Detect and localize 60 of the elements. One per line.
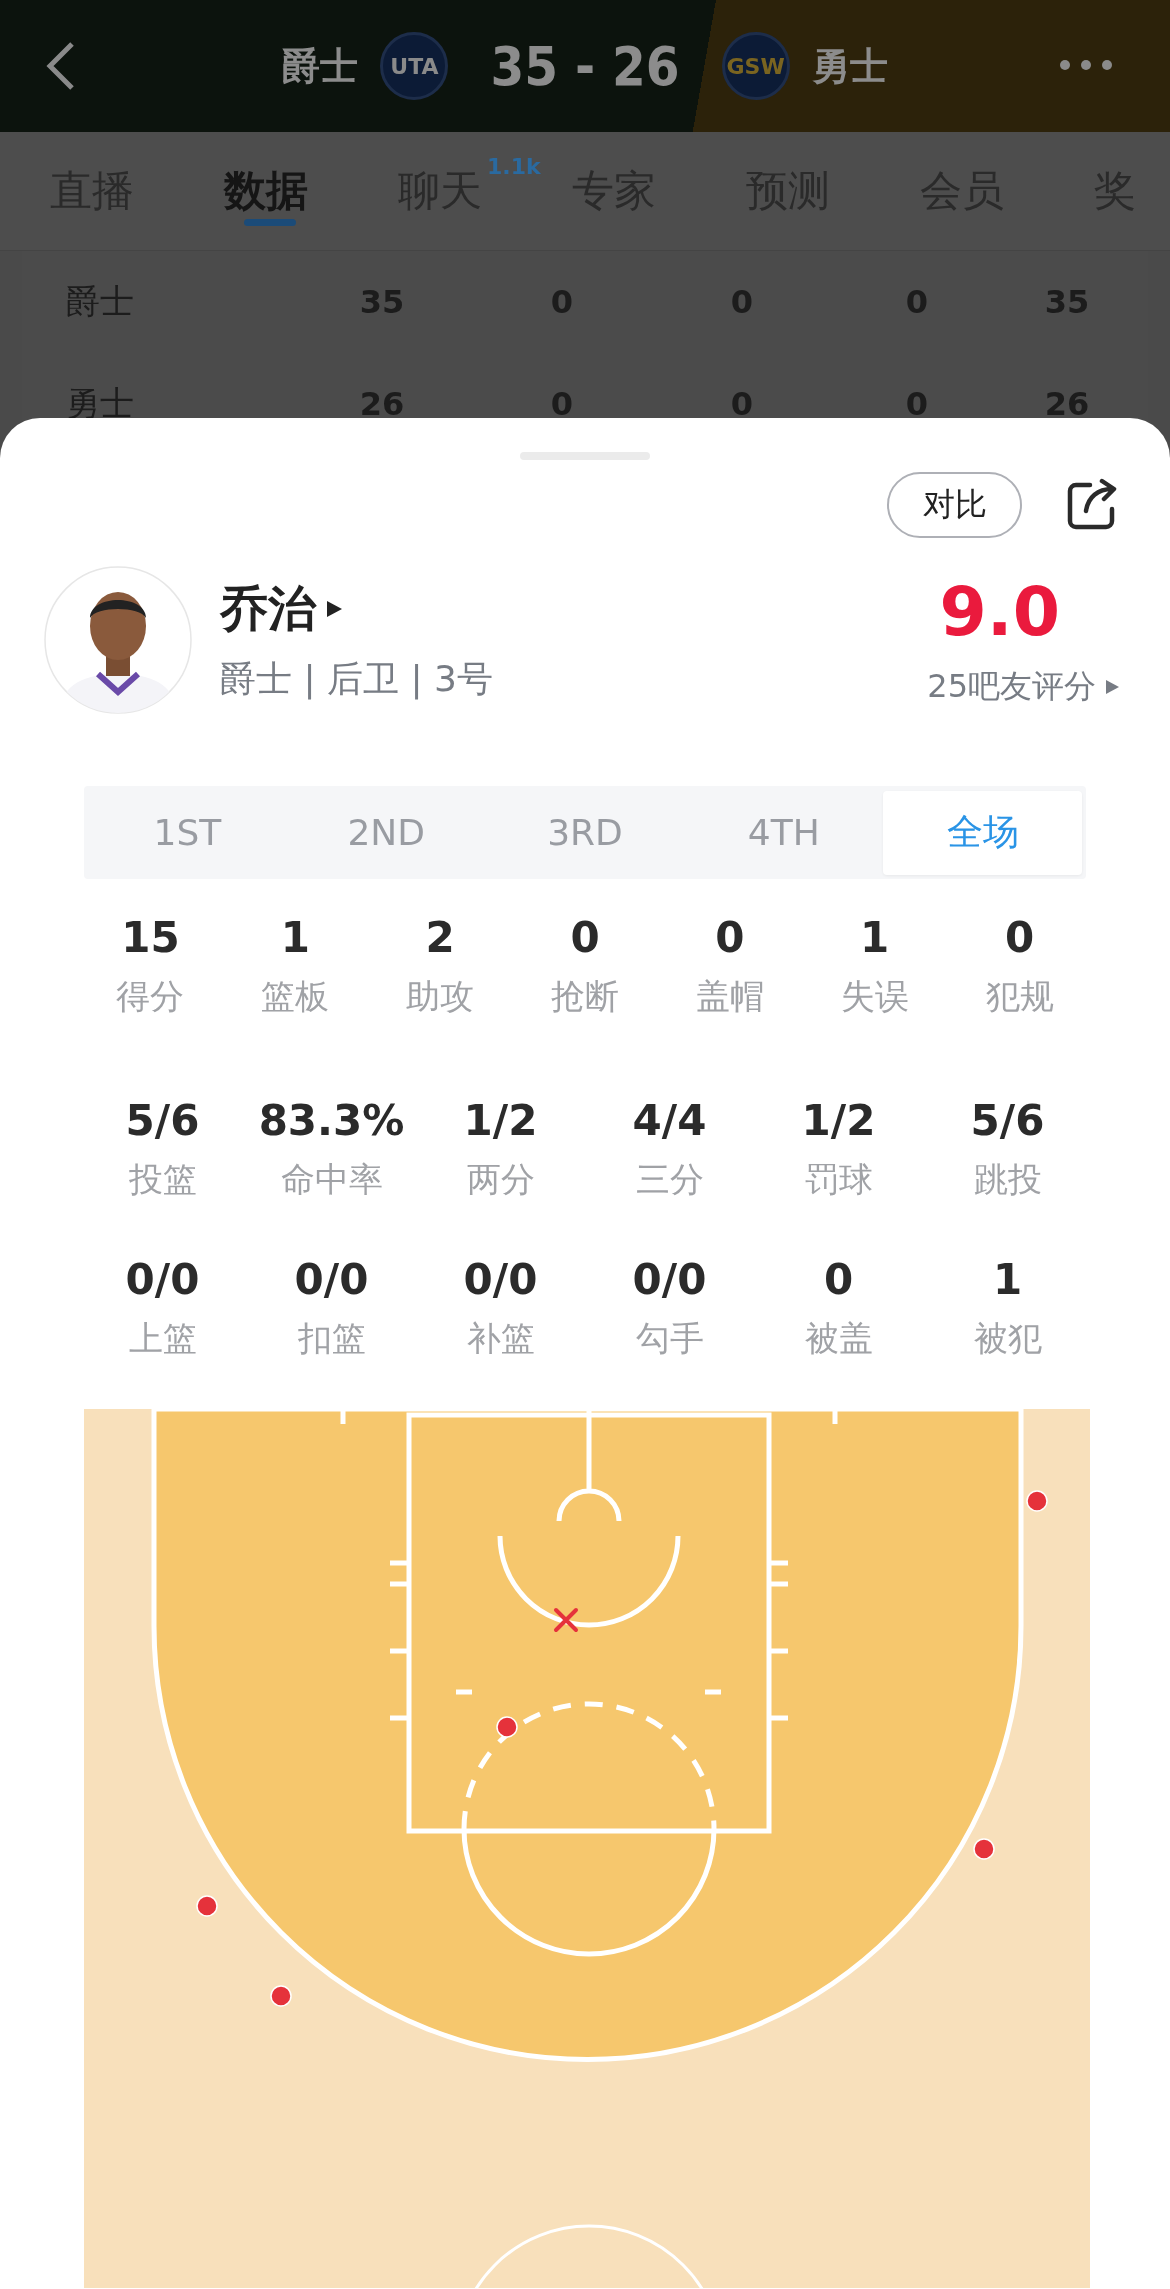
triangle-icon <box>1104 678 1120 695</box>
stat-label: 投篮 <box>128 1158 197 1201</box>
tab[interactable]: 数据 <box>224 163 308 219</box>
stat-value: 0 <box>715 913 745 962</box>
stat-value: 5/6 <box>970 1096 1045 1145</box>
stat-label: 罚球 <box>804 1158 873 1201</box>
stat-label: 上篮 <box>128 1317 197 1360</box>
tab-indicator <box>244 219 296 226</box>
stat-value: 0/0 <box>125 1255 200 1304</box>
stat-value: 0/0 <box>294 1255 369 1304</box>
stat-label: 犯规 <box>985 975 1054 1018</box>
stat-value: 5/6 <box>125 1096 200 1145</box>
back-icon[interactable] <box>44 40 76 92</box>
stat-label: 失误 <box>840 975 909 1018</box>
stat-label: 抢断 <box>551 975 619 1018</box>
score: 35 - 26 <box>490 34 680 98</box>
stat-value: 0/0 <box>632 1255 707 1304</box>
stat-label: 篮板 <box>261 975 330 1018</box>
stat-label: 命中率 <box>280 1158 383 1201</box>
period-tab[interactable]: 2ND <box>286 790 486 875</box>
period-tab[interactable]: 3RD <box>485 790 685 875</box>
stat-value: 0 <box>823 1255 854 1304</box>
stat-value: 1 <box>860 913 890 962</box>
stat-label: 扣篮 <box>297 1317 366 1360</box>
period-tab[interactable]: 全场 <box>883 790 1082 875</box>
stat-value: 1 <box>280 913 310 962</box>
stat-label: 盖帽 <box>695 975 764 1018</box>
stat-value: 4/4 <box>632 1096 707 1145</box>
stat-value: 83.3% <box>258 1096 405 1145</box>
stat-value: 0 <box>1004 913 1035 962</box>
stat-value: 2 <box>425 913 455 962</box>
stat-label: 三分 <box>635 1158 704 1201</box>
stat-label: 助攻 <box>406 975 475 1018</box>
stat-label: 勾手 <box>635 1317 704 1360</box>
triangle-icon <box>324 598 344 619</box>
stat-label: 跳投 <box>973 1158 1042 1201</box>
team-logo: UTA <box>380 32 449 100</box>
rating-score: 9.0 <box>939 571 1060 651</box>
stat-value: 15 <box>121 913 180 962</box>
period-tab[interactable]: 4TH <box>684 790 884 875</box>
team-logo: GSW <box>721 32 790 100</box>
stat-label: 补篮 <box>466 1317 535 1360</box>
stat-label: 得分 <box>116 975 185 1018</box>
stat-value: 1/2 <box>463 1096 538 1145</box>
period-tab[interactable]: 1ST <box>88 790 287 875</box>
stat-value: 0 <box>570 913 600 962</box>
home-team-name: 爵士 <box>282 42 359 90</box>
away-team-name: 勇士 <box>811 42 888 90</box>
player-name[interactable]: 乔治 <box>220 576 316 641</box>
stat-value: 1/2 <box>801 1096 876 1145</box>
count-label: 1.1k <box>487 154 541 179</box>
compare-button[interactable]: 对比 <box>887 472 1022 538</box>
rating-count-link[interactable]: 25吧友评分 <box>927 664 1096 709</box>
stat-label: 被犯 <box>973 1317 1042 1360</box>
more-icon[interactable] <box>1058 58 1114 72</box>
stat-label: 被盖 <box>804 1317 873 1360</box>
stat-value: 1 <box>992 1255 1023 1304</box>
player-details: 爵士 | 后卫 | 3号 <box>220 656 494 702</box>
stat-label: 两分 <box>466 1158 535 1201</box>
stat-value: 0/0 <box>463 1255 538 1304</box>
